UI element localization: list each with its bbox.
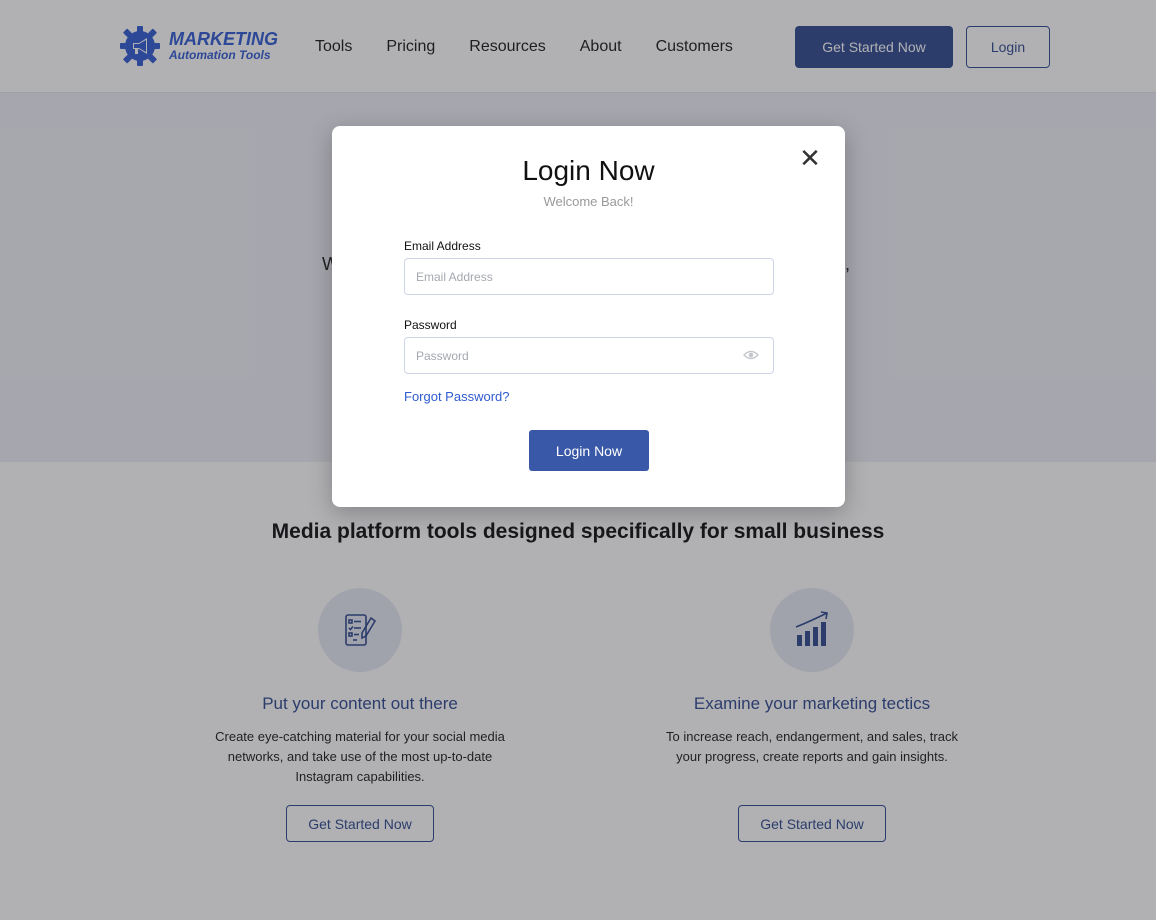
modal-title: Login Now <box>522 155 655 186</box>
login-modal: Login Now Welcome Back! ✕ Email Address … <box>332 126 845 507</box>
close-icon[interactable]: ✕ <box>798 145 822 171</box>
password-label: Password <box>404 318 457 332</box>
password-field[interactable] <box>404 337 774 374</box>
forgot-password-link[interactable]: Forgot Password? <box>404 389 510 404</box>
eye-icon[interactable] <box>743 349 759 361</box>
email-field[interactable] <box>404 258 774 295</box>
login-submit-button[interactable]: Login Now <box>529 430 649 471</box>
email-label: Email Address <box>404 239 481 253</box>
modal-subtitle: Welcome Back! <box>543 194 634 209</box>
